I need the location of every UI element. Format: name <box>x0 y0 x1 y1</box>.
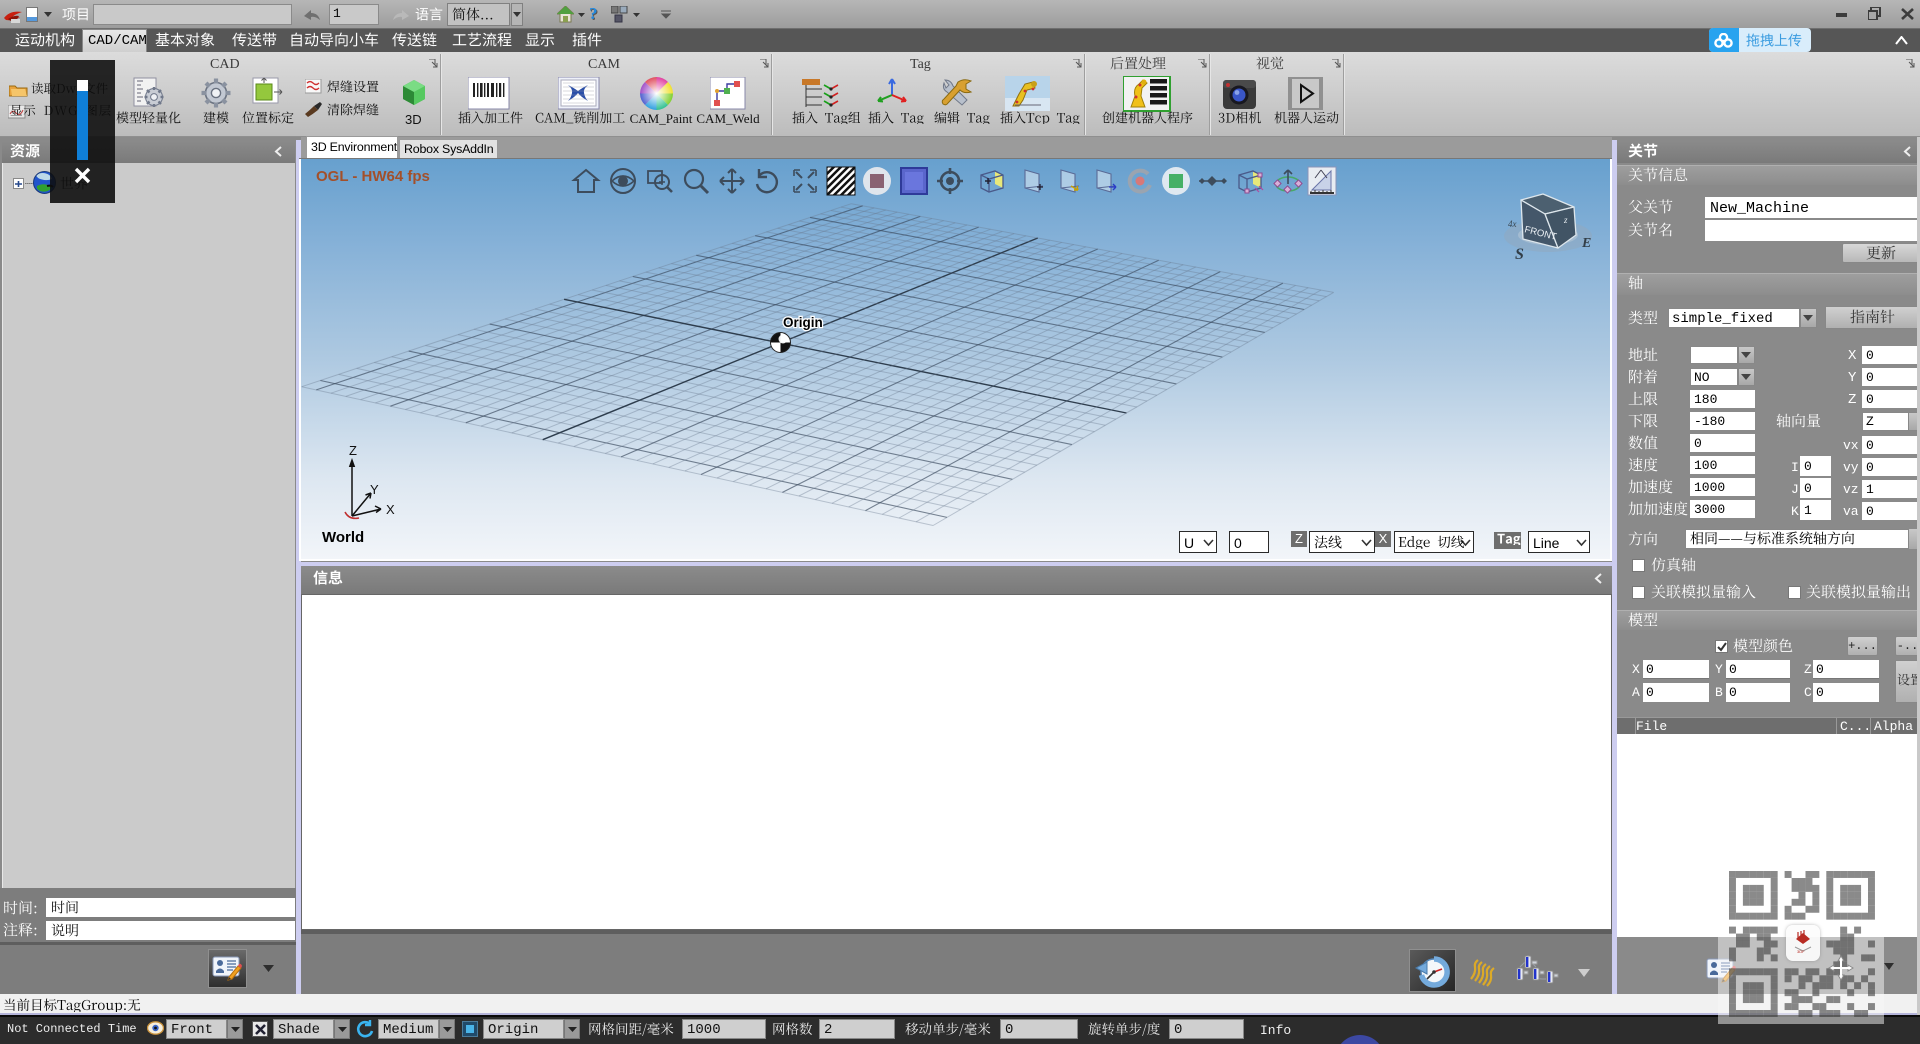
svg-text:E: E <box>1581 236 1591 251</box>
svg-text:3DF: 3DF <box>1797 949 1805 954</box>
svg-text:z: z <box>1563 215 1568 225</box>
svg-text:4x: 4x <box>1508 219 1517 229</box>
svg-text:S: S <box>1515 246 1524 263</box>
